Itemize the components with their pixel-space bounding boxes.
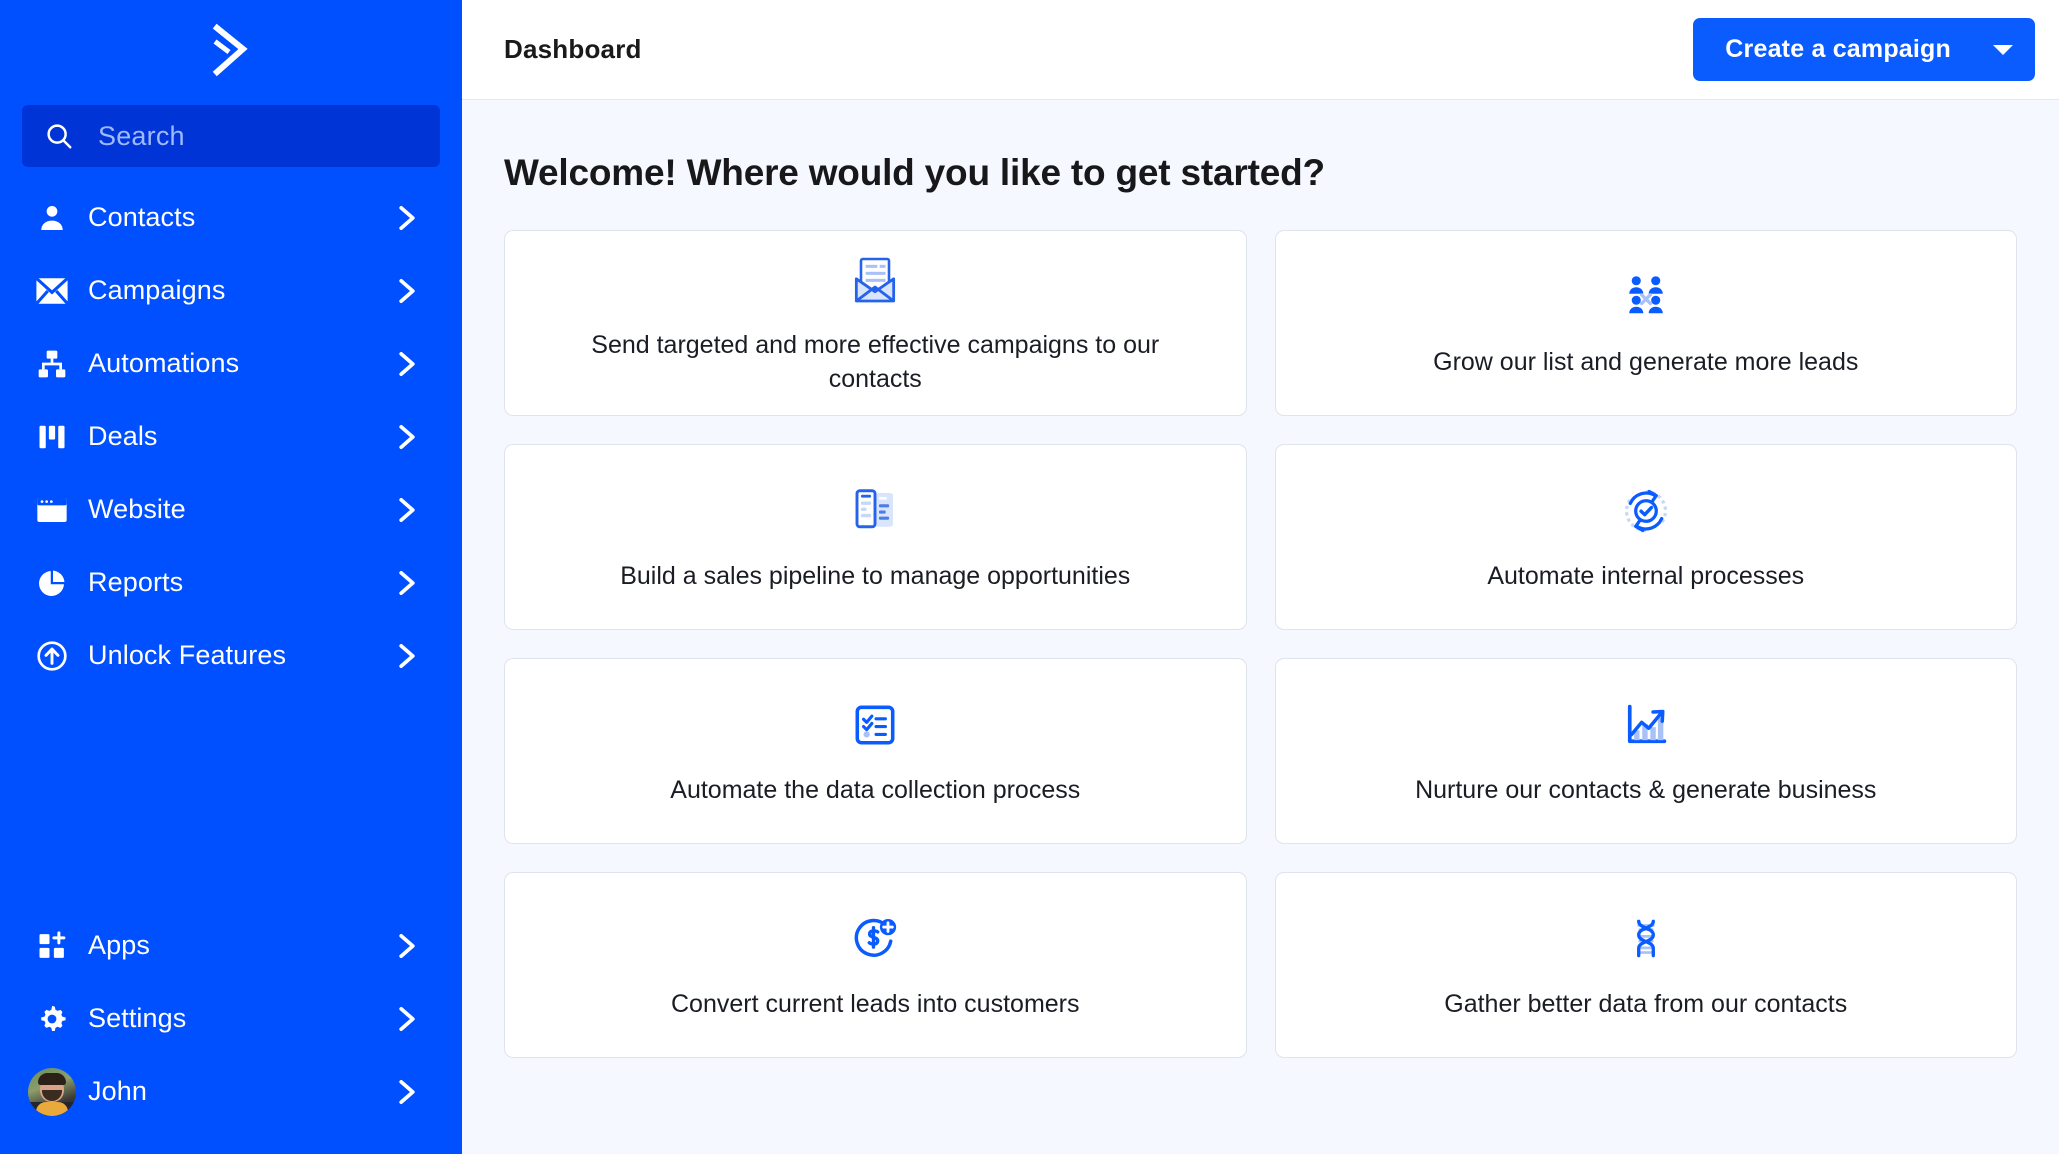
sidebar-item-deals[interactable]: Deals bbox=[0, 400, 462, 473]
sidebar-item-label: Deals bbox=[88, 421, 158, 451]
sidebar-bottom-nav: Apps Settings John bbox=[0, 909, 462, 1128]
chevron-right-icon bbox=[399, 1006, 415, 1031]
chevron-right-icon bbox=[399, 424, 415, 449]
sidebar-item-label: Apps bbox=[88, 930, 150, 960]
activecampaign-chevron-logo bbox=[212, 23, 248, 77]
pipeline-cards-icon bbox=[848, 480, 902, 542]
dollar-circle-plus-icon bbox=[849, 908, 901, 970]
sidebar-item-label: Website bbox=[88, 494, 186, 524]
option-card-label: Nurture our contacts & generate business bbox=[1415, 776, 1877, 805]
welcome-heading: Welcome! Where would you like to get sta… bbox=[504, 152, 1325, 193]
sync-check-icon bbox=[1620, 480, 1672, 542]
sidebar-item-automations[interactable]: Automations bbox=[0, 327, 462, 400]
option-card-send-campaigns[interactable]: Send targeted and more effective campaig… bbox=[504, 230, 1247, 416]
sidebar-item-label: John bbox=[88, 1076, 147, 1106]
kanban-bars-icon bbox=[30, 417, 74, 457]
chevron-right-icon bbox=[399, 570, 415, 595]
sidebar-item-contacts[interactable]: Contacts bbox=[0, 181, 462, 254]
growth-bar-chart-icon bbox=[1620, 694, 1672, 756]
sidebar-item-label: Unlock Features bbox=[88, 640, 287, 670]
sidebar-item-label: Settings bbox=[88, 1003, 187, 1033]
main-area: Dashboard Create a campaign Welcome! Whe… bbox=[462, 0, 2059, 1154]
search-input[interactable]: Search bbox=[22, 105, 440, 167]
option-card-label: Grow our list and generate more leads bbox=[1433, 348, 1859, 377]
sidebar-nav: Contacts Campaigns Automations Deals Web… bbox=[0, 181, 462, 692]
people-group-icon bbox=[1620, 266, 1672, 328]
sidebar-item-reports[interactable]: Reports bbox=[0, 546, 462, 619]
option-card-nurture-contacts[interactable]: Nurture our contacts & generate business bbox=[1274, 658, 2017, 844]
checklist-icon bbox=[850, 694, 900, 756]
hierarchy-icon bbox=[30, 344, 74, 384]
chevron-right-icon bbox=[399, 643, 415, 668]
browser-window-icon bbox=[30, 490, 74, 530]
option-card-sales-pipeline[interactable]: Build a sales pipeline to manage opportu… bbox=[504, 444, 1247, 630]
top-bar: Dashboard Create a campaign bbox=[462, 0, 2059, 100]
pie-chart-icon bbox=[30, 563, 74, 603]
option-card-label: Convert current leads into customers bbox=[670, 990, 1080, 1019]
gear-icon bbox=[30, 999, 74, 1039]
chevron-right-icon bbox=[399, 351, 415, 376]
chevron-right-icon bbox=[399, 933, 415, 958]
chevron-right-icon bbox=[399, 278, 415, 303]
create-campaign-dropdown-toggle[interactable] bbox=[1971, 18, 2035, 81]
option-card-automate-processes[interactable]: Automate internal processes bbox=[1274, 444, 2017, 630]
sidebar-item-label: Campaigns bbox=[88, 275, 226, 305]
apps-grid-plus-icon bbox=[30, 926, 74, 966]
chevron-right-icon bbox=[399, 1079, 415, 1104]
option-card-gather-data[interactable]: Gather better data from our contacts bbox=[1274, 872, 2017, 1058]
sidebar-item-user-john[interactable]: John bbox=[0, 1055, 462, 1128]
avatar bbox=[28, 1067, 76, 1116]
sidebar: Search Contacts Campaigns Automations De… bbox=[0, 0, 462, 1154]
option-card-label: Gather better data from our contacts bbox=[1444, 990, 1848, 1019]
sidebar-item-unlock-features[interactable]: Unlock Features bbox=[0, 619, 462, 692]
sidebar-item-label: Automations bbox=[88, 348, 240, 378]
sidebar-item-label: Contacts bbox=[88, 202, 196, 232]
user-avatar bbox=[28, 1067, 76, 1116]
option-card-label: Build a sales pipeline to manage opportu… bbox=[620, 562, 1131, 591]
caret-down-icon bbox=[1993, 44, 2013, 55]
sidebar-item-apps[interactable]: Apps bbox=[0, 909, 462, 982]
option-card-label: Automate internal processes bbox=[1487, 562, 1805, 591]
option-card-label: Send targeted and more effective campaig… bbox=[591, 331, 1160, 393]
open-envelope-letter-icon bbox=[847, 249, 903, 311]
dna-helix-icon bbox=[1621, 908, 1671, 970]
envelope-icon bbox=[30, 271, 74, 311]
getting-started-grid: Send targeted and more effective campaig… bbox=[504, 230, 2017, 1058]
app-root: Search Contacts Campaigns Automations De… bbox=[0, 0, 2059, 1154]
dashboard-content: Welcome! Where would you like to get sta… bbox=[462, 100, 2059, 1154]
app-logo[interactable] bbox=[0, 0, 462, 100]
create-campaign-button[interactable]: Create a campaign bbox=[1693, 18, 2035, 81]
option-card-data-collection[interactable]: Automate the data collection process bbox=[504, 658, 1247, 844]
sidebar-item-settings[interactable]: Settings bbox=[0, 982, 462, 1055]
page-title: Dashboard bbox=[504, 34, 642, 64]
chevron-right-icon bbox=[399, 497, 415, 522]
search-icon bbox=[47, 124, 72, 149]
create-campaign-label: Create a campaign bbox=[1725, 35, 1951, 63]
chevron-right-icon bbox=[399, 205, 415, 230]
sidebar-item-label: Reports bbox=[88, 567, 184, 597]
option-card-grow-list[interactable]: Grow our list and generate more leads bbox=[1274, 230, 2017, 416]
search-placeholder: Search bbox=[98, 120, 185, 151]
arrow-up-circle-icon bbox=[30, 636, 74, 676]
person-icon bbox=[30, 198, 74, 238]
sidebar-item-campaigns[interactable]: Campaigns bbox=[0, 254, 462, 327]
option-card-label: Automate the data collection process bbox=[670, 776, 1081, 805]
sidebar-item-website[interactable]: Website bbox=[0, 473, 462, 546]
option-card-convert-leads[interactable]: Convert current leads into customers bbox=[504, 872, 1247, 1058]
